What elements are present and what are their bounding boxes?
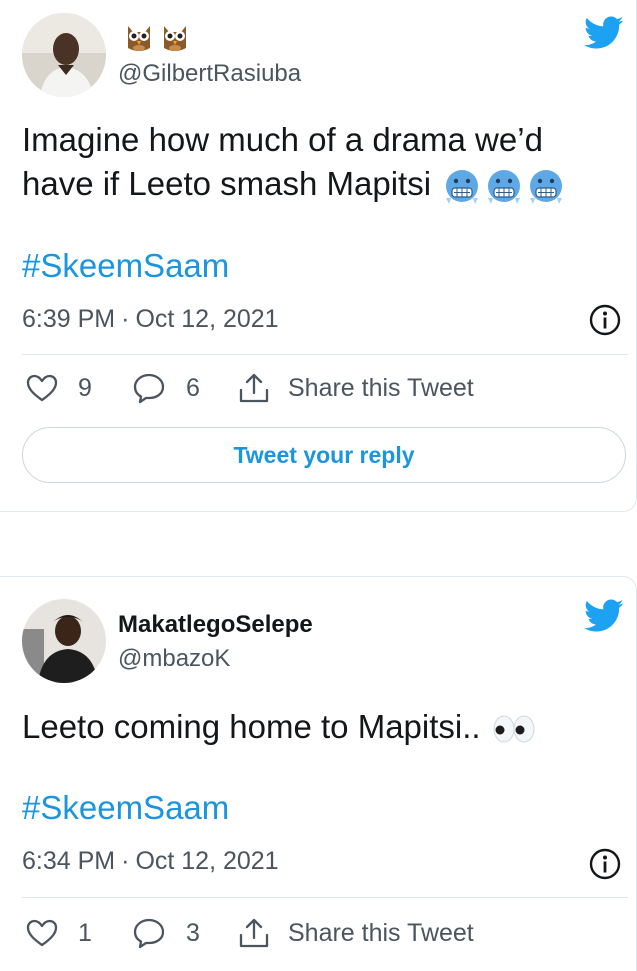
- tweet-actions: 1 3 Share this Tweet: [26, 917, 474, 949]
- owl-emoji-icon: [128, 26, 150, 51]
- cold-face-emoji-icon: [446, 170, 479, 205]
- tweet-time: 6:34 PM: [22, 847, 116, 875]
- author-name-row: MakatlegoSelepe: [118, 611, 313, 639]
- avatar[interactable]: [22, 599, 106, 683]
- info-icon[interactable]: [588, 303, 622, 337]
- meta-separator: ·: [121, 847, 130, 875]
- reply-button[interactable]: 6: [132, 372, 226, 404]
- tweet-text: Leeto coming home to Mapitsi..: [22, 705, 622, 749]
- info-icon[interactable]: [588, 847, 622, 881]
- author-name-row: [118, 20, 190, 54]
- reply-bubble-icon: [133, 373, 165, 404]
- like-button[interactable]: 9: [26, 373, 118, 403]
- share-icon: [239, 373, 269, 403]
- share-icon: [239, 918, 269, 948]
- tweet-date: Oct 12, 2021: [135, 847, 279, 875]
- heart-icon: [26, 919, 58, 947]
- tweet-text: Imagine how much of a drama we’d have if…: [22, 118, 622, 206]
- like-button[interactable]: 1: [26, 918, 118, 948]
- tweet-text-body: Leeto coming home to Mapitsi..: [22, 708, 481, 745]
- like-count: 1: [78, 918, 92, 947]
- reply-bubble-icon: [133, 918, 165, 949]
- tweet-date: Oct 12, 2021: [135, 305, 279, 333]
- author-handle[interactable]: @GilbertRasiuba: [118, 60, 301, 88]
- owl-emoji-icon: [164, 26, 186, 51]
- tweet-timestamp[interactable]: 6:34 PM · Oct 12, 2021: [22, 847, 279, 876]
- twitter-bird-icon[interactable]: [584, 599, 624, 633]
- tweet-actions: 9 6 Share this Tweet: [26, 372, 474, 404]
- share-button[interactable]: Share this Tweet: [238, 372, 474, 404]
- tweet-card: @GilbertRasiuba Imagine how much of a dr…: [0, 0, 637, 512]
- hashtag-link[interactable]: #SkeemSaam: [22, 247, 229, 285]
- share-button[interactable]: Share this Tweet: [238, 917, 474, 949]
- tweet-your-reply-button[interactable]: Tweet your reply: [22, 427, 626, 483]
- author-handle[interactable]: @mbazoK: [118, 645, 230, 673]
- reply-button[interactable]: 3: [132, 917, 226, 949]
- heart-icon: [26, 374, 58, 402]
- tweet-card: MakatlegoSelepe @mbazoK Leeto coming hom…: [0, 576, 637, 971]
- reply-count: 3: [186, 918, 200, 947]
- tweet-time: 6:39 PM: [22, 305, 116, 333]
- cold-face-emoji-icon: [530, 170, 563, 205]
- twitter-bird-icon[interactable]: [584, 16, 624, 50]
- divider: [22, 897, 628, 898]
- avatar[interactable]: [22, 13, 106, 97]
- divider: [22, 354, 628, 355]
- tweet-timestamp[interactable]: 6:39 PM · Oct 12, 2021: [22, 305, 279, 334]
- reply-count: 6: [186, 373, 200, 402]
- cold-face-emoji-icon: [488, 170, 521, 205]
- share-label: Share this Tweet: [288, 373, 474, 402]
- share-label: Share this Tweet: [288, 918, 474, 947]
- author-display-name[interactable]: MakatlegoSelepe: [118, 611, 313, 639]
- meta-separator: ·: [121, 305, 130, 333]
- eyes-emoji-icon: [493, 715, 535, 743]
- like-count: 9: [78, 373, 92, 402]
- hashtag-link[interactable]: #SkeemSaam: [22, 789, 229, 827]
